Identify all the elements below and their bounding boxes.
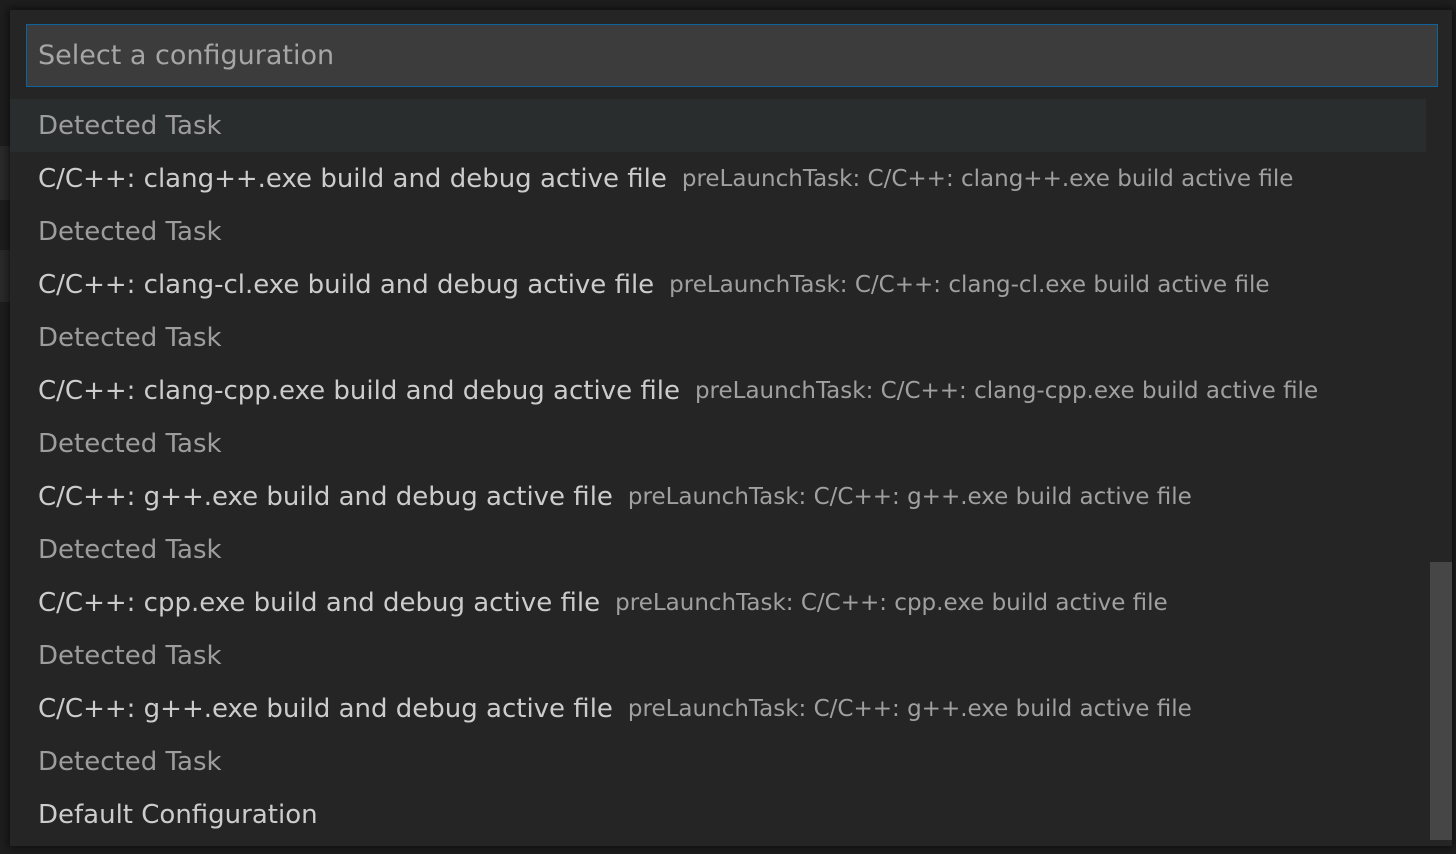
item-label: C/C++: cpp.exe build and debug active fi… xyxy=(38,587,601,618)
item-description: preLaunchTask: C/C++: clang-cpp.exe buil… xyxy=(694,377,1319,404)
item-label: Default Configuration xyxy=(38,799,318,830)
quick-pick-input-box[interactable] xyxy=(26,24,1438,87)
list-item-g-plus-plus-debug[interactable]: C/C++: g++.exe build and debug active fi… xyxy=(10,470,1426,523)
list-item-cpp-debug[interactable]: C/C++: cpp.exe build and debug active fi… xyxy=(10,576,1426,629)
item-detail: Detected Task xyxy=(38,322,222,353)
list-item-detected-task[interactable]: Detected Task xyxy=(10,735,1426,788)
item-detail: Detected Task xyxy=(38,428,222,459)
item-detail: Detected Task xyxy=(38,216,222,247)
list-item-clang-cpp-debug[interactable]: C/C++: clang-cpp.exe build and debug act… xyxy=(10,364,1426,417)
list-item-detected-task[interactable]: Detected Task xyxy=(10,523,1426,576)
list-item-default-configuration[interactable]: Default Configuration xyxy=(10,788,1426,841)
item-description: preLaunchTask: C/C++: g++.exe build acti… xyxy=(627,483,1192,510)
list-item-detected-task[interactable]: Detected Task xyxy=(10,311,1426,364)
item-label: C/C++: clang-cpp.exe build and debug act… xyxy=(38,375,680,406)
list-item-detected-task[interactable]: Detected Task xyxy=(10,205,1426,258)
item-label: C/C++: g++.exe build and debug active fi… xyxy=(38,693,613,724)
list-item-detected-task[interactable]: Detected Task xyxy=(10,417,1426,470)
list-item-clang-plus-plus-debug[interactable]: C/C++: clang++.exe build and debug activ… xyxy=(10,152,1426,205)
quick-pick-widget: Detected Task C/C++: clang++.exe build a… xyxy=(10,10,1452,846)
list-item-detected-task[interactable]: Detected Task xyxy=(10,99,1426,152)
item-description: preLaunchTask: C/C++: clang++.exe build … xyxy=(681,165,1294,192)
item-label: C/C++: clang-cl.exe build and debug acti… xyxy=(38,269,655,300)
item-label: C/C++: g++.exe build and debug active fi… xyxy=(38,481,613,512)
list-item-clang-cl-debug[interactable]: C/C++: clang-cl.exe build and debug acti… xyxy=(10,258,1426,311)
item-description: preLaunchTask: C/C++: clang-cl.exe build… xyxy=(669,271,1270,298)
configuration-list: Detected Task C/C++: clang++.exe build a… xyxy=(10,99,1452,846)
item-description: preLaunchTask: C/C++: g++.exe build acti… xyxy=(627,695,1192,722)
scrollbar-thumb[interactable] xyxy=(1430,562,1452,840)
item-detail: Detected Task xyxy=(38,640,222,671)
item-detail: Detected Task xyxy=(38,746,222,777)
list-item-detected-task[interactable]: Detected Task xyxy=(10,629,1426,682)
item-label: C/C++: clang++.exe build and debug activ… xyxy=(38,163,667,194)
list-item-g-plus-plus-debug[interactable]: C/C++: g++.exe build and debug active fi… xyxy=(10,682,1426,735)
item-detail: Detected Task xyxy=(38,110,222,141)
list-scrollbar[interactable] xyxy=(1430,99,1452,846)
configuration-filter-input[interactable] xyxy=(27,25,1437,86)
item-detail: Detected Task xyxy=(38,534,222,565)
item-description: preLaunchTask: C/C++: cpp.exe build acti… xyxy=(615,589,1168,616)
